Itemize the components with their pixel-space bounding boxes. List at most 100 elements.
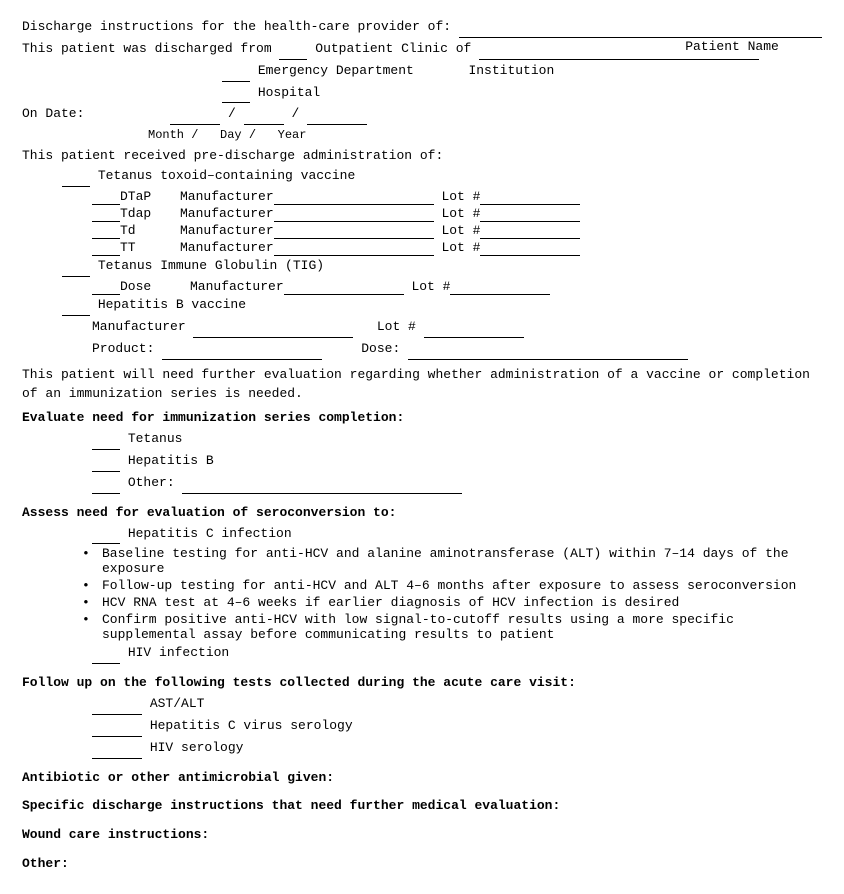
bullet-2: • Follow-up testing for anti-HCV and ALT… [22, 578, 822, 593]
td-label: Td [120, 223, 180, 238]
tdap-checkbox [92, 206, 120, 222]
hep-b-lot-label: Lot # [377, 319, 416, 334]
dtap-row: DTaP Manufacturer Lot # [22, 189, 822, 205]
patient-name-box: Patient Name [642, 18, 822, 57]
patient-name-label: Patient Name [685, 39, 779, 54]
td-row: Td Manufacturer Lot # [22, 223, 822, 239]
hiv-serology-line: HIV serology [22, 739, 822, 759]
hep-b-series-line: Hepatitis B [22, 452, 822, 472]
hep-b-checkbox [62, 296, 90, 316]
hep-c-serology-line: Hepatitis C virus serology [22, 717, 822, 737]
seroconversion-heading: Assess need for evaluation of seroconver… [22, 504, 822, 523]
tdap-row: Tdap Manufacturer Lot # [22, 206, 822, 222]
bullet-icon-1: • [82, 546, 98, 561]
hcv-seroconversion-checkbox [92, 525, 120, 545]
hep-b-label: Hepatitis B vaccine [98, 297, 246, 312]
bullet-3: • HCV RNA test at 4–6 weeks if earlier d… [22, 595, 822, 610]
tetanus-series-checkbox [92, 430, 120, 450]
tig-dose-label: Dose [120, 279, 190, 294]
tig-dose-row: Dose Manufacturer Lot # [22, 279, 822, 295]
tdap-lot-label: Lot # [441, 206, 480, 221]
date-line: On Date: / / [22, 105, 822, 125]
hep-b-lot-field [424, 318, 524, 338]
dtap-manufacturer-label: Manufacturer [180, 189, 274, 204]
emergency-dept-line: Emergency Department Institution [22, 62, 822, 82]
tt-lot-label: Lot # [441, 240, 480, 255]
tig-label: Tetanus Immune Globulin (TIG) [98, 258, 324, 273]
tig-manufacturer-label: Manufacturer [190, 279, 284, 294]
other-heading: Other: [22, 855, 822, 874]
tig-line: Tetanus Immune Globulin (TIG) [22, 257, 822, 277]
tdap-lot-field [480, 206, 580, 222]
hep-b-manufacturer-row: Manufacturer Lot # [22, 318, 822, 338]
tetanus-checkbox [62, 167, 90, 187]
other-series-field [182, 474, 462, 494]
year-field [307, 105, 367, 125]
td-lot-label: Lot # [441, 223, 480, 238]
ast-alt-line: AST/ALT [22, 695, 822, 715]
ast-alt-label: AST/ALT [150, 696, 205, 711]
hiv-seroconversion-checkbox [92, 644, 120, 664]
bullet-4: • Confirm positive anti-HCV with low sig… [22, 612, 822, 642]
hiv-seroconversion-line: HIV infection [22, 644, 822, 664]
bullet-text-1: Baseline testing for anti-HCV and alanin… [102, 546, 822, 576]
dtap-lot-label: Lot # [441, 189, 480, 204]
patient-name-field [642, 18, 822, 38]
bullet-icon-4: • [82, 612, 98, 627]
tig-checkbox [62, 257, 90, 277]
year-label: Year [278, 128, 307, 142]
hcv-seroconversion-label: Hepatitis C infection [128, 526, 292, 541]
discharge-instructions-label: Discharge instructions for the health-ca… [22, 19, 451, 34]
hep-b-product-row: Product: Dose: [22, 340, 822, 360]
hep-b-series-checkbox [92, 452, 120, 472]
tig-lot-field [450, 279, 550, 295]
tetanus-toxoid-line: Tetanus toxoid–containing vaccine [22, 167, 822, 187]
tdap-manufacturer-field [274, 206, 434, 222]
hep-b-manufacturer-label: Manufacturer [92, 319, 186, 334]
dtap-label: DTaP [120, 189, 180, 204]
month-label: Month / [148, 128, 198, 142]
tdap-manufacturer-label: Manufacturer [180, 206, 274, 221]
tig-dose-checkbox [92, 279, 120, 295]
follow-up-heading: Follow up on the following tests collect… [22, 674, 822, 693]
hiv-seroconversion-label: HIV infection [128, 645, 229, 660]
other-series-label: Other: [128, 475, 175, 490]
month-field [170, 105, 220, 125]
discharge-instructions-heading: Specific discharge instructions that nee… [22, 797, 822, 816]
outpatient-clinic-label: Outpatient Clinic of [315, 41, 471, 56]
wound-care-heading: Wound care instructions: [22, 826, 822, 845]
dtap-checkbox [92, 189, 120, 205]
bullet-1: • Baseline testing for anti-HCV and alan… [22, 546, 822, 576]
hep-c-serology-label: Hepatitis C virus serology [150, 718, 353, 733]
date-labels: Month / Day / Year [22, 127, 822, 144]
other-series-checkbox [92, 474, 120, 494]
hcv-seroconversion-line: Hepatitis C infection [22, 525, 822, 545]
immunization-series-heading: Evaluate need for immunization series co… [22, 409, 822, 428]
hospital-line: Hospital [22, 84, 822, 104]
hiv-serology-checkbox [92, 739, 142, 759]
hiv-serology-label: HIV serology [150, 740, 244, 755]
dtap-manufacturer-field [274, 189, 434, 205]
tetanus-series-label: Tetanus [128, 431, 183, 446]
on-date-label: On Date: [22, 106, 84, 121]
hep-b-series-label: Hepatitis B [128, 453, 214, 468]
discharged-from-field [279, 40, 307, 60]
tt-row: TT Manufacturer Lot # [22, 240, 822, 256]
bullet-icon-2: • [82, 578, 98, 593]
hep-c-serology-checkbox [92, 717, 142, 737]
tt-manufacturer-label: Manufacturer [180, 240, 274, 255]
tt-lot-field [480, 240, 580, 256]
bullet-text-3: HCV RNA test at 4–6 weeks if earlier dia… [102, 595, 822, 610]
hep-b-product-field [162, 340, 322, 360]
discharged-from-label: This patient was discharged from [22, 41, 272, 56]
hep-b-manufacturer-field [193, 318, 353, 338]
hep-b-product-label: Product: [92, 341, 154, 356]
pre-discharge-intro: This patient received pre-discharge admi… [22, 147, 822, 166]
bullet-text-4: Confirm positive anti-HCV with low signa… [102, 612, 822, 642]
antibiotic-heading: Antibiotic or other antimicrobial given: [22, 769, 822, 788]
hep-b-dose-label: Dose: [361, 341, 400, 356]
tt-checkbox [92, 240, 120, 256]
td-lot-field [480, 223, 580, 239]
tig-manufacturer-field [284, 279, 404, 295]
ast-alt-checkbox [92, 695, 142, 715]
